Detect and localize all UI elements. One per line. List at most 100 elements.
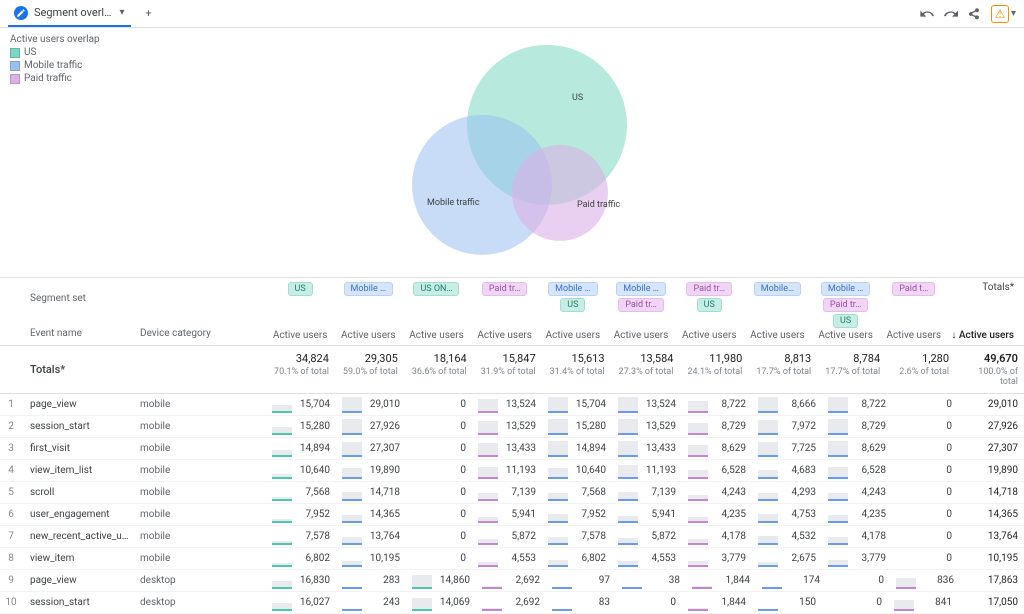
data-cell: 0: [406, 526, 472, 547]
data-cell: 7,578: [542, 526, 612, 547]
data-cell: 243: [336, 592, 406, 613]
row-index: 10: [0, 597, 22, 608]
row-total-cell: 27,926: [958, 416, 1024, 437]
grand-total-cell: 49,670100.0% of total: [955, 346, 1024, 393]
data-cell: 0: [406, 460, 472, 481]
data-cell: 0: [406, 416, 472, 437]
row-total-cell: 27,307: [958, 438, 1024, 459]
column-header-active-users[interactable]: Active users: [887, 330, 942, 341]
totals-cell: 1,2802.6% of total: [886, 346, 955, 393]
data-cell: 8,666: [752, 394, 822, 415]
device-category-cell: mobile: [132, 443, 266, 454]
data-cell: 1,844: [682, 592, 752, 613]
data-cell: 0: [892, 548, 958, 569]
data-cell: 2,692: [476, 592, 546, 613]
undo-button[interactable]: [915, 2, 939, 26]
share-button[interactable]: [963, 2, 987, 26]
table-row[interactable]: 5 scroll mobile7,56814,71807,1397,5687,1…: [0, 482, 1024, 504]
table-row[interactable]: 3 first_visit mobile14,89427,307013,4331…: [0, 438, 1024, 460]
table-row[interactable]: 9 page_view desktop16,83028314,8602,6929…: [0, 570, 1024, 592]
event-name-cell: session_start: [22, 597, 132, 608]
row-index: 4: [0, 465, 22, 476]
row-total-cell: 13,764: [958, 526, 1024, 547]
data-cell: 13,529: [612, 416, 682, 437]
segment-column-header[interactable]: Paid tr…Active users: [471, 278, 539, 345]
tab-title: Segment overl…: [34, 6, 111, 19]
segment-column-header[interactable]: USActive users: [266, 278, 334, 345]
segment-column-header[interactable]: Mobile…Active users: [743, 278, 811, 345]
column-header-active-users[interactable]: Active users: [477, 330, 532, 341]
column-header-active-users[interactable]: Active users: [341, 330, 396, 341]
segment-column-header[interactable]: Mobile …Paid tr…USActive users: [812, 278, 880, 345]
warning-dropdown-icon[interactable]: ▾: [1011, 8, 1016, 19]
table-row[interactable]: 10 session_start desktop16,02724314,0692…: [0, 592, 1024, 614]
column-header-active-users[interactable]: Active users: [273, 330, 328, 341]
segment-chip: US: [833, 314, 858, 328]
data-cell: 4,178: [682, 526, 752, 547]
column-header-active-users[interactable]: Active users: [682, 330, 737, 341]
segment-chip: Paid tr…: [823, 298, 869, 312]
data-cell: 6,802: [542, 548, 612, 569]
table-row[interactable]: 8 view_item mobile6,80210,19504,5536,802…: [0, 548, 1024, 570]
legend-item: US: [10, 47, 100, 58]
device-category-cell: mobile: [132, 421, 266, 432]
segment-column-header[interactable]: Paid tr…USActive users: [675, 278, 743, 345]
column-header-active-users[interactable]: Active users: [409, 330, 464, 341]
event-name-cell: page_view: [22, 575, 132, 586]
segment-column-header[interactable]: Mobile …Active users: [334, 278, 402, 345]
data-cell: 2,692: [476, 570, 546, 591]
column-header-active-users[interactable]: Active users: [750, 330, 805, 341]
data-cell: 19,890: [336, 460, 406, 481]
warning-badge[interactable]: ⚠: [991, 5, 1009, 23]
segment-column-header[interactable]: Paid t…Active users: [880, 278, 948, 345]
data-cell: 15,280: [542, 416, 612, 437]
segment-chip: Paid tr…: [618, 298, 664, 312]
column-header-active-users[interactable]: Active users: [614, 330, 669, 341]
data-cell: 13,529: [472, 416, 542, 437]
data-cell: 0: [826, 570, 890, 591]
segment-header-row: Segment set Event name Device category U…: [0, 278, 1024, 346]
data-cell: 13,764: [336, 526, 406, 547]
chevron-down-icon[interactable]: ▾: [119, 7, 124, 18]
table-row[interactable]: 6 user_engagement mobile7,95214,36505,94…: [0, 504, 1024, 526]
data-cell: 6,528: [822, 460, 892, 481]
totals-column-header[interactable]: Totals*↓ Active users: [948, 278, 1024, 345]
data-cell: 6,528: [682, 460, 752, 481]
segment-column-header[interactable]: US ON…Active users: [402, 278, 470, 345]
segment-column-header[interactable]: Mobile …Paid tr…Active users: [607, 278, 675, 345]
data-cell: 0: [892, 394, 958, 415]
event-name-cell: user_engagement: [22, 509, 132, 520]
active-tab[interactable]: Segment overl… ▾: [8, 0, 131, 27]
segment-column-header[interactable]: Mobile …USActive users: [539, 278, 607, 345]
data-cell: 14,894: [266, 438, 336, 459]
column-header-active-users[interactable]: Active users: [818, 330, 873, 341]
column-header-event-name[interactable]: Event name: [30, 328, 124, 339]
add-tab-button[interactable]: +: [137, 2, 161, 26]
data-cell: 27,926: [336, 416, 406, 437]
row-index: 7: [0, 531, 22, 542]
data-cell: 3,779: [682, 548, 752, 569]
data-cell: 7,139: [472, 482, 542, 503]
row-index: 6: [0, 509, 22, 520]
data-cell: 841: [888, 592, 958, 613]
column-header-device-category[interactable]: Device category: [132, 322, 266, 345]
column-header-active-users[interactable]: Active users: [546, 330, 601, 341]
data-cell: 0: [406, 482, 472, 503]
data-cell: 0: [406, 394, 472, 415]
data-cell: 3,779: [822, 548, 892, 569]
table-row[interactable]: 1 page_view mobile15,70429,010013,52415,…: [0, 394, 1024, 416]
segment-chip: US: [697, 298, 722, 312]
data-cell: 0: [406, 504, 472, 525]
data-cell: 0: [892, 482, 958, 503]
totals-label: Totals*: [22, 353, 132, 386]
device-category-cell: mobile: [132, 465, 266, 476]
data-cell: 10,640: [542, 460, 612, 481]
table-row[interactable]: 4 view_item_list mobile10,64019,890011,1…: [0, 460, 1024, 482]
row-total-cell: 14,365: [958, 504, 1024, 525]
table-row[interactable]: 2 session_start mobile15,28027,926013,52…: [0, 416, 1024, 438]
totals-cell: 11,98024.1% of total: [679, 346, 748, 393]
table-row[interactable]: 7 new_recent_active_user mobile7,57813,7…: [0, 526, 1024, 548]
data-cell: 4,683: [752, 460, 822, 481]
redo-button[interactable]: [939, 2, 963, 26]
event-name-cell: session_start: [22, 421, 132, 432]
